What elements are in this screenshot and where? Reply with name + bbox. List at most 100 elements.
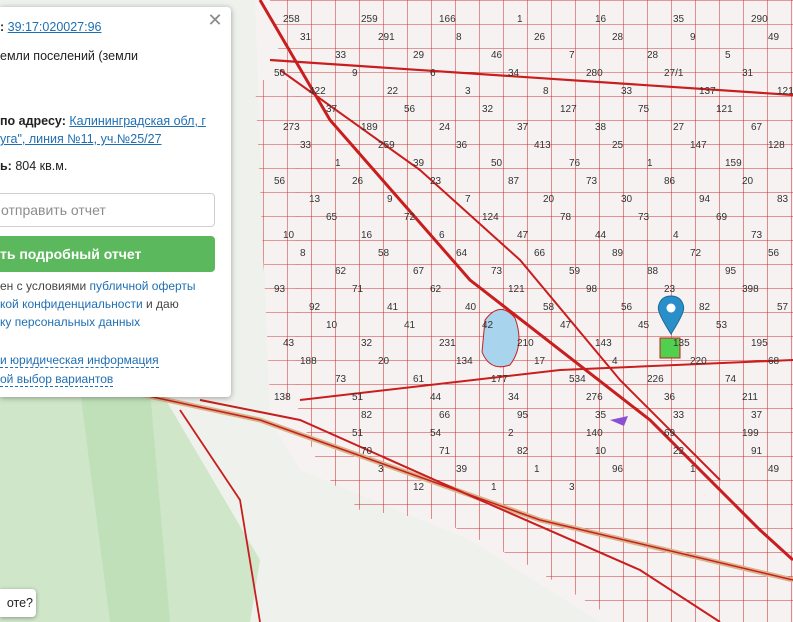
plot-number-label: 17	[534, 356, 546, 367]
plot-number-label: 47	[560, 320, 572, 331]
plot-number-label: 41	[404, 320, 416, 331]
terms-text: ен с условиями публичной оферты кой конф…	[0, 277, 225, 331]
privacy-policy-link[interactable]: кой конфиденциальности	[0, 297, 143, 311]
plot-number-label: 43	[283, 338, 295, 349]
plot-number-label: 34	[508, 68, 520, 79]
plot-number-label: 220	[690, 356, 707, 367]
legal-info-link[interactable]: и юридическая информация	[0, 353, 159, 368]
plot-number-label: 73	[586, 176, 598, 187]
plot-number-label: 13	[309, 194, 321, 205]
area-label: ь:	[0, 159, 12, 173]
plot-number-label: 4	[612, 356, 618, 367]
plot-number-label: 82	[699, 302, 711, 313]
plot-number-label: 39	[456, 464, 468, 475]
plot-number-label: 49	[768, 464, 780, 475]
public-offer-link[interactable]: публичной оферты	[90, 279, 196, 293]
plot-number-label: 37	[326, 104, 338, 115]
plot-number-label: 137	[699, 86, 716, 97]
plot-number-label: 9	[690, 32, 696, 43]
plot-number-label: 47	[517, 230, 529, 241]
plot-number-label: 69	[716, 212, 728, 223]
plot-number-label: 10	[326, 320, 338, 331]
plot-number-label: 211	[742, 392, 758, 403]
plot-number-label: 37	[517, 122, 529, 133]
plot-number-label: 32	[482, 104, 494, 115]
plot-number-label: 74	[725, 374, 737, 385]
plot-number-label: 159	[725, 158, 742, 169]
plot-number-label: 56	[274, 176, 286, 187]
plot-number-label: 23	[430, 176, 442, 187]
cadastral-number-link[interactable]: 39:17:020027:96	[8, 20, 102, 34]
extra-links: и юридическая информация ой выбор вариан…	[0, 351, 159, 389]
plot-number-label: 33	[335, 50, 347, 61]
plot-number-label: 177	[491, 374, 508, 385]
plot-number-label: 73	[335, 374, 347, 385]
plot-number-label: 41	[387, 302, 399, 313]
address-link-2[interactable]: уга", линия №11, уч.№25/27	[0, 132, 162, 146]
plot-number-label: 259	[378, 140, 395, 151]
plot-number-label: 27	[673, 122, 685, 133]
plot-number-label: 35	[673, 14, 685, 25]
plot-number-label: 1	[534, 464, 540, 475]
plot-number-label: 2	[508, 428, 514, 439]
plot-number-label: 65	[326, 212, 338, 223]
plot-number-label: 61	[413, 374, 425, 385]
plot-number-label: 259	[361, 14, 378, 25]
plot-number-label: 26	[534, 32, 546, 43]
plot-number-label: 35	[595, 410, 607, 421]
plot-number-label: 16	[595, 14, 607, 25]
plot-number-label: 124	[482, 212, 499, 223]
plot-number-label: 92	[309, 302, 321, 313]
area-row: ь: 804 кв.м.	[0, 159, 67, 173]
plot-number-label: 9	[387, 194, 393, 205]
plot-number-label: 22	[387, 86, 399, 97]
plot-number-label: 96	[612, 464, 624, 475]
plot-number-label: 82	[517, 446, 529, 457]
plot-number-label: 40	[465, 302, 477, 313]
plot-number-label: 34	[508, 392, 520, 403]
plot-number-label: 59	[569, 266, 581, 277]
plot-number-label: 135	[673, 338, 690, 349]
get-report-button[interactable]: ть подробный отчет	[0, 236, 215, 272]
send-report-input[interactable]: отправить отчет	[0, 193, 215, 227]
plot-number-label: 73	[491, 266, 503, 277]
plot-number-label: 44	[595, 230, 607, 241]
plot-number-label: 56	[621, 302, 633, 313]
plot-number-label: 25	[612, 140, 624, 151]
plot-number-label: 398	[742, 284, 759, 295]
options-choice-link[interactable]: ой выбор вариантов	[0, 372, 114, 387]
plot-number-label: 51	[352, 392, 364, 403]
plot-number-label: 147	[690, 140, 707, 151]
plot-number-label: 3	[465, 86, 471, 97]
plot-number-label: 1	[690, 464, 696, 475]
plot-number-label: 76	[569, 158, 581, 169]
close-icon[interactable]: ✕	[207, 11, 223, 29]
area-value: 804 кв.м.	[15, 159, 68, 173]
plot-number-label: 36	[456, 140, 468, 151]
plot-number-label: 94	[699, 194, 711, 205]
plot-number-label: 20	[378, 356, 390, 367]
chat-bubble[interactable]: оте?	[0, 589, 36, 617]
personal-data-link[interactable]: ку персональных данных	[0, 315, 140, 329]
plot-number-label: 57	[777, 302, 789, 313]
plot-number-label: 31	[742, 68, 754, 79]
plot-info-panel: ✕ : 39:17:020027:96 емли поселений (земл…	[0, 7, 231, 397]
plot-number-label: 138	[274, 392, 291, 403]
plot-number-label: 24	[439, 122, 451, 133]
plot-number-label: 95	[725, 266, 737, 277]
plot-number-label: 5	[725, 50, 731, 61]
plot-number-label: 88	[647, 266, 659, 277]
plot-number-label: 6	[430, 68, 436, 79]
plot-number-label: 73	[638, 212, 650, 223]
plot-number-label: 7	[465, 194, 471, 205]
plot-number-label: 72	[690, 248, 702, 259]
plot-number-label: 166	[439, 14, 456, 25]
plot-number-label: 10	[595, 446, 607, 457]
plot-number-label: 66	[534, 248, 546, 259]
plot-number-label: 53	[716, 320, 728, 331]
plot-number-label: 413	[534, 140, 551, 151]
plot-number-label: 42	[482, 320, 494, 331]
plot-number-label: 78	[560, 212, 572, 223]
address-link[interactable]: Калининградская обл, г	[69, 114, 206, 128]
plot-number-label: 1	[335, 158, 341, 169]
